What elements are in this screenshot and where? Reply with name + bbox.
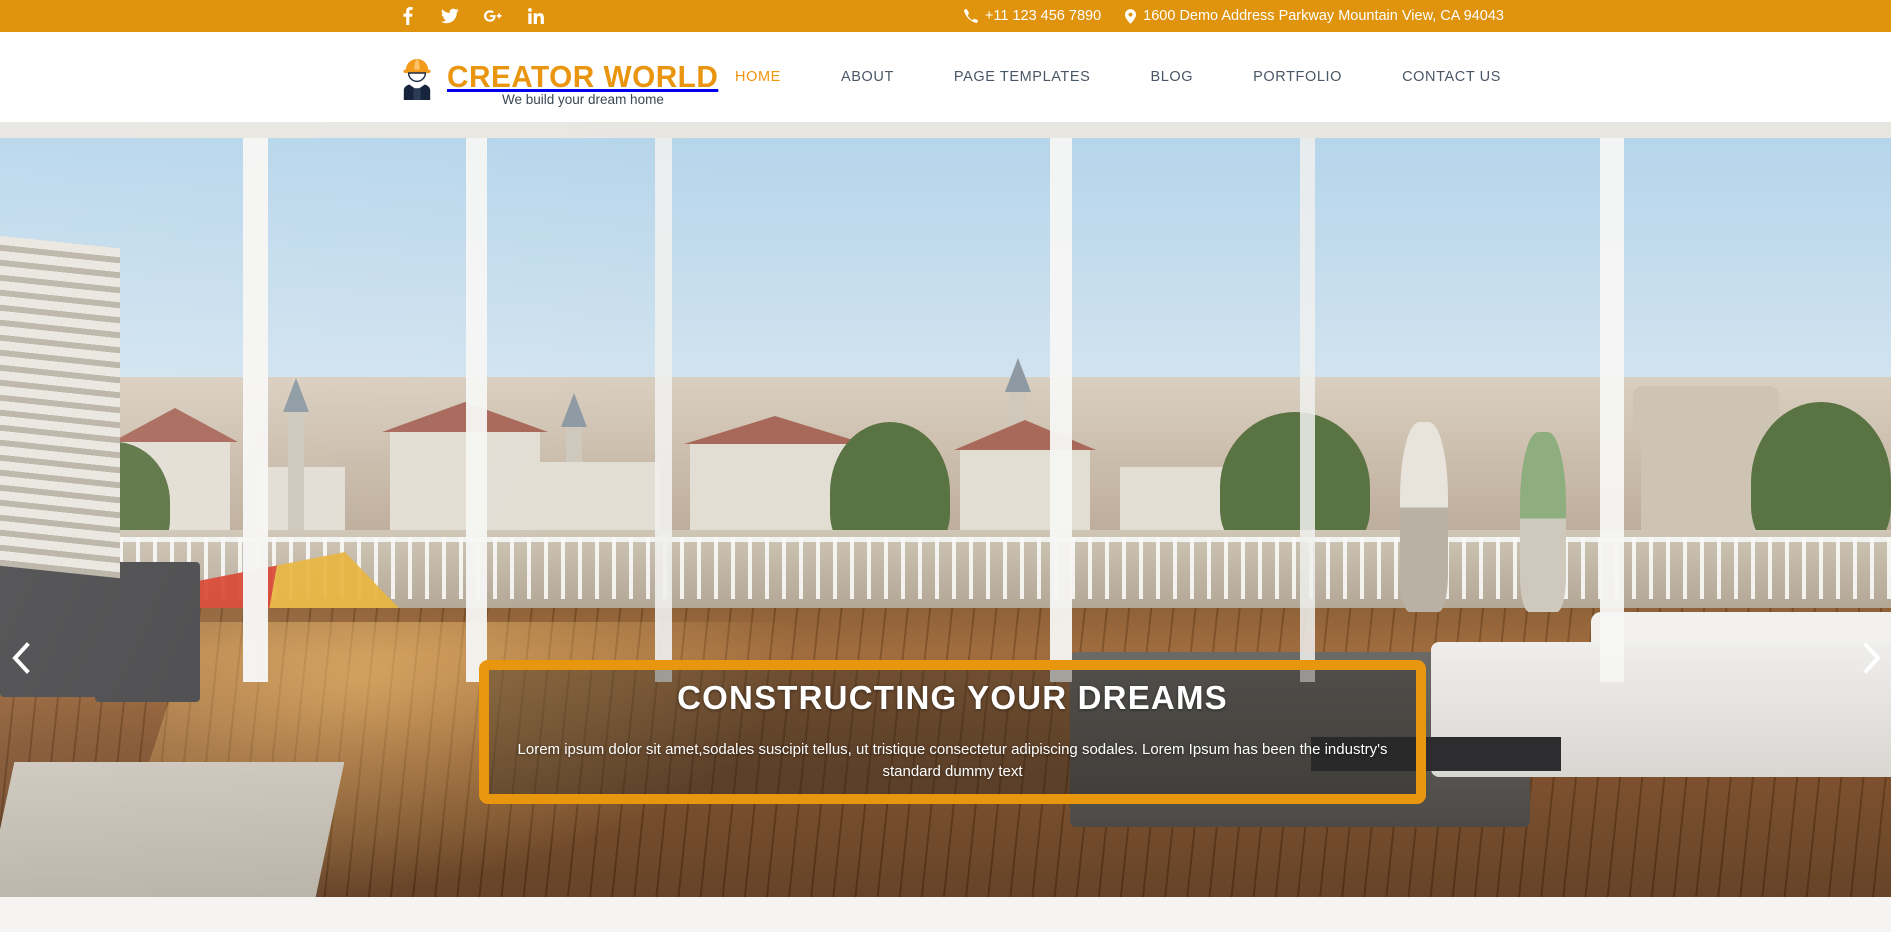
map-pin-icon <box>1125 8 1137 24</box>
construction-worker-icon <box>398 55 436 100</box>
hero-slider: CONSTRUCTING YOUR DREAMS Lorem ipsum dol… <box>0 122 1891 897</box>
address-info[interactable]: 1600 Demo Address Parkway Mountain View,… <box>1125 8 1504 24</box>
nav-item-blog[interactable]: BLOG <box>1120 69 1223 85</box>
site-header: CREATOR WORLD We build your dream home H… <box>0 32 1891 122</box>
logo-title: CREATOR WORLD <box>447 59 719 95</box>
top-bar: +11 123 456 7890 1600 Demo Address Parkw… <box>0 0 1891 32</box>
page-root: +11 123 456 7890 1600 Demo Address Parkw… <box>0 0 1891 932</box>
nav-item-home[interactable]: HOME <box>705 69 811 85</box>
nav-item-page-templates[interactable]: PAGE TEMPLATES <box>924 69 1121 85</box>
nav-item-about[interactable]: ABOUT <box>811 69 924 85</box>
nav-item-contact-us[interactable]: CONTACT US <box>1372 69 1501 85</box>
social-links <box>398 7 545 25</box>
logo-tagline: We build your dream home <box>502 92 664 107</box>
slider-next-arrow[interactable] <box>1855 638 1889 678</box>
nav-item-portfolio[interactable]: PORTFOLIO <box>1223 69 1372 85</box>
slider-prev-arrow[interactable] <box>4 638 38 678</box>
linkedin-icon[interactable] <box>527 7 545 25</box>
facebook-icon[interactable] <box>398 7 416 25</box>
hero-description: Lorem ipsum dolor sit amet,sodales susci… <box>517 740 1388 781</box>
logo-text: CREATOR WORLD <box>447 61 730 93</box>
content-section-below-slider <box>0 907 1891 932</box>
phone-icon <box>963 9 978 23</box>
hero-caption-box: CONSTRUCTING YOUR DREAMS Lorem ipsum dol… <box>479 660 1426 804</box>
twitter-icon[interactable] <box>441 7 459 25</box>
address-text: 1600 Demo Address Parkway Mountain View,… <box>1143 8 1504 24</box>
google-plus-icon[interactable] <box>484 7 502 25</box>
main-navigation: HOME ABOUT PAGE TEMPLATES BLOG PORTFOLIO… <box>705 32 1501 122</box>
phone-info[interactable]: +11 123 456 7890 <box>963 8 1102 24</box>
top-contact-info: +11 123 456 7890 1600 Demo Address Parkw… <box>963 0 1504 32</box>
hero-title: CONSTRUCTING YOUR DREAMS <box>677 679 1228 717</box>
phone-number: +11 123 456 7890 <box>984 8 1102 24</box>
